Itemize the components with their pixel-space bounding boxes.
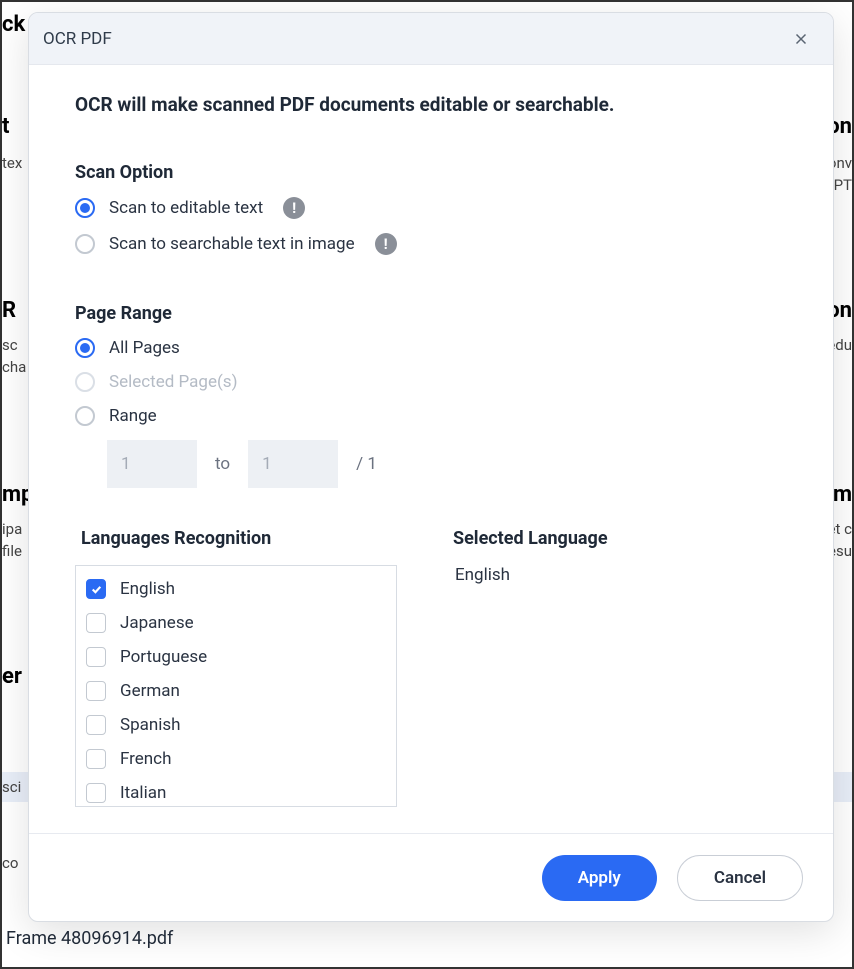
language-option[interactable]: Japanese xyxy=(76,606,396,640)
radio-label: Range xyxy=(109,406,157,426)
dialog-description: OCR will make scanned PDF documents edit… xyxy=(75,93,787,116)
range-to-input[interactable]: 1 xyxy=(248,440,338,488)
checkbox xyxy=(86,613,106,633)
language-label: French xyxy=(120,749,171,769)
info-icon[interactable]: ! xyxy=(375,233,397,255)
page-range-title: Page Range xyxy=(75,303,787,324)
language-label: English xyxy=(120,579,175,599)
scan-option-title: Scan Option xyxy=(75,162,787,183)
dialog-body: OCR will make scanned PDF documents edit… xyxy=(29,65,833,833)
range-inputs: 1 to 1 / 1 xyxy=(107,440,787,488)
radio-label: Scan to editable text xyxy=(109,198,263,218)
checkbox xyxy=(86,579,106,599)
cancel-button[interactable]: Cancel xyxy=(677,855,803,901)
radio-all-pages[interactable]: All Pages xyxy=(75,338,787,358)
radio-label: Scan to searchable text in image xyxy=(109,234,355,254)
ocr-pdf-dialog: OCR PDF OCR will make scanned PDF docume… xyxy=(28,12,834,922)
language-option[interactable]: English xyxy=(76,572,396,606)
checkbox xyxy=(86,749,106,769)
languages-section: Languages Recognition English Japanese Por… xyxy=(75,528,787,807)
language-option[interactable]: Portuguese xyxy=(76,640,396,674)
dialog-title: OCR PDF xyxy=(43,29,112,49)
checkmark-icon xyxy=(90,583,103,596)
radio-indicator xyxy=(75,234,95,254)
close-button[interactable] xyxy=(787,25,815,53)
radio-scan-searchable[interactable]: Scan to searchable text in image ! xyxy=(75,233,787,255)
radio-selected-pages: Selected Page(s) xyxy=(75,372,787,392)
dialog-footer: Apply Cancel xyxy=(29,833,833,921)
apply-button[interactable]: Apply xyxy=(542,855,657,901)
dialog-header: OCR PDF xyxy=(29,13,833,65)
radio-range[interactable]: Range xyxy=(75,406,787,426)
selected-language-value: English xyxy=(455,565,787,585)
radio-label: All Pages xyxy=(109,338,180,358)
language-label: Italian xyxy=(120,783,166,803)
language-option[interactable]: Italian xyxy=(76,776,396,807)
language-label: Japanese xyxy=(120,613,194,633)
close-icon xyxy=(792,30,810,48)
range-from-input[interactable]: 1 xyxy=(107,440,197,488)
filename-label: Frame 48096914.pdf xyxy=(6,928,173,949)
checkbox xyxy=(86,647,106,667)
checkbox xyxy=(86,715,106,735)
languages-listbox[interactable]: English Japanese Portuguese German Spanish Fr… xyxy=(75,565,397,807)
language-label: German xyxy=(120,681,180,701)
languages-title: Languages Recognition xyxy=(81,528,397,549)
language-label: Spanish xyxy=(120,715,181,735)
selected-language-title: Selected Language xyxy=(453,528,787,549)
language-label: Portuguese xyxy=(120,647,207,667)
radio-indicator xyxy=(75,198,95,218)
radio-indicator xyxy=(75,338,95,358)
radio-indicator xyxy=(75,372,95,392)
language-option[interactable]: French xyxy=(76,742,396,776)
radio-indicator xyxy=(75,406,95,426)
language-option[interactable]: Spanish xyxy=(76,708,396,742)
range-to-label: to xyxy=(215,454,230,474)
checkbox xyxy=(86,783,106,803)
language-option[interactable]: German xyxy=(76,674,396,708)
checkbox xyxy=(86,681,106,701)
range-total: / 1 xyxy=(356,454,377,474)
info-icon[interactable]: ! xyxy=(283,197,305,219)
radio-label: Selected Page(s) xyxy=(109,372,238,392)
radio-scan-editable[interactable]: Scan to editable text ! xyxy=(75,197,787,219)
